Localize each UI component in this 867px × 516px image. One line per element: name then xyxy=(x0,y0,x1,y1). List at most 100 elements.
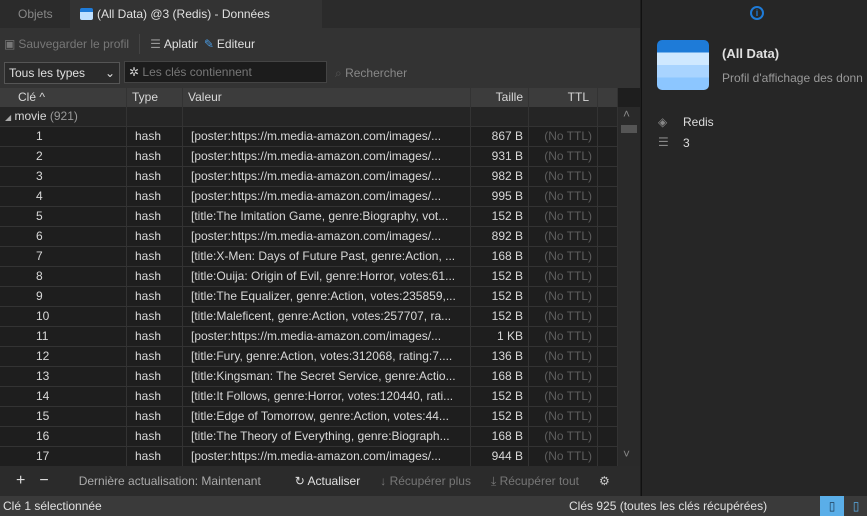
type-cell: hash xyxy=(127,447,183,466)
size-cell: 944 B xyxy=(471,447,529,466)
key-cell: 5 xyxy=(0,207,127,226)
arrow-down-icon: ↓ xyxy=(380,474,387,488)
layout-left-panel-button[interactable]: ▯ xyxy=(820,496,844,516)
info-icon[interactable]: i xyxy=(750,6,764,20)
ttl-cell: (No TTL) xyxy=(529,247,598,266)
column-value[interactable]: Valeur xyxy=(183,88,471,107)
table-row[interactable]: 5 hash [title:The Imitation Game, genre:… xyxy=(0,207,618,227)
search-input[interactable]: ✲ Les clés contiennent xyxy=(124,61,327,83)
remove-button[interactable]: − xyxy=(39,472,48,490)
value-cell: [poster:https://m.media-amazon.com/image… xyxy=(183,187,471,206)
search-icon: ⌕ xyxy=(335,66,342,80)
gear-icon: ✲ xyxy=(129,65,140,79)
info-panel: i (All Data) Profil d'affichage des donn… xyxy=(641,0,867,496)
type-select[interactable]: Tous les types ⌄ xyxy=(4,62,120,84)
chevron-down-icon: ⌄ xyxy=(104,66,115,80)
size-cell: 892 B xyxy=(471,227,529,246)
table-row[interactable]: 4 hash [poster:https://m.media-amazon.co… xyxy=(0,187,618,207)
table-row[interactable]: 6 hash [poster:https://m.media-amazon.co… xyxy=(0,227,618,247)
refresh-button[interactable]: ↻ Actualiser xyxy=(295,474,360,488)
layout-right-panel-button[interactable]: ▯ xyxy=(846,496,866,516)
ttl-cell: (No TTL) xyxy=(529,427,598,446)
ttl-cell: (No TTL) xyxy=(529,347,598,366)
table-row[interactable]: 15 hash [title:Edge of Tomorrow, genre:A… xyxy=(0,407,618,427)
fetch-all-button[interactable]: ⤓ Récupérer tout xyxy=(491,474,579,489)
table-row[interactable]: 14 hash [title:It Follows, genre:Horror,… xyxy=(0,387,618,407)
table-row[interactable]: 12 hash [title:Fury, genre:Action, votes… xyxy=(0,347,618,367)
filter-bar: Tous les types ⌄ ✲ Les clés contiennent ⌕… xyxy=(0,60,640,88)
value-cell: [poster:https://m.media-amazon.com/image… xyxy=(183,227,471,246)
size-cell: 168 B xyxy=(471,427,529,446)
key-cell: 14 xyxy=(0,387,127,406)
table-row[interactable]: 16 hash [title:The Theory of Everything,… xyxy=(0,427,618,447)
size-cell: 152 B xyxy=(471,387,529,406)
add-button[interactable]: + xyxy=(16,472,25,490)
size-cell: 168 B xyxy=(471,247,529,266)
table-row[interactable]: 7 hash [title:X-Men: Days of Future Past… xyxy=(0,247,618,267)
scroll-thumb[interactable] xyxy=(621,125,637,133)
ttl-cell: (No TTL) xyxy=(529,227,598,246)
type-cell: hash xyxy=(127,247,183,266)
value-cell: [poster:https://m.media-amazon.com/image… xyxy=(183,447,471,466)
column-key[interactable]: Clé ^ xyxy=(0,88,127,107)
list-icon: ☰ xyxy=(150,37,161,51)
key-cell: 8 xyxy=(0,267,127,286)
bottom-toolbar: + − Dernière actualisation: Maintenant ↻… xyxy=(0,466,640,496)
size-cell: 867 B xyxy=(471,127,529,146)
key-cell: 17 xyxy=(0,447,127,466)
expand-icon[interactable]: ◢ xyxy=(5,113,11,122)
column-size[interactable]: Taille xyxy=(471,88,529,107)
value-cell: [title:X-Men: Days of Future Past, genre… xyxy=(183,247,471,266)
type-cell: hash xyxy=(127,427,183,446)
ttl-cell: (No TTL) xyxy=(529,187,598,206)
fetch-more-button[interactable]: ↓ Récupérer plus xyxy=(380,474,471,488)
column-ttl[interactable]: TTL xyxy=(529,88,598,107)
ttl-cell: (No TTL) xyxy=(529,287,598,306)
spacer-cell xyxy=(598,127,618,146)
table-row[interactable]: 8 hash [title:Ouija: Origin of Evil, gen… xyxy=(0,267,618,287)
value-cell: [poster:https://m.media-amazon.com/image… xyxy=(183,127,471,146)
type-cell: hash xyxy=(127,147,183,166)
server-name: Redis xyxy=(683,115,714,129)
key-cell: 7 xyxy=(0,247,127,266)
key-cell: 3 xyxy=(0,167,127,186)
scroll-up-icon[interactable]: ˄ xyxy=(623,107,630,121)
column-spacer xyxy=(598,88,618,107)
tab-data[interactable]: (All Data) @3 (Redis) - Données xyxy=(70,0,322,28)
table-row[interactable]: 10 hash [title:Maleficent, genre:Action,… xyxy=(0,307,618,327)
value-cell: [title:Fury, genre:Action, votes:312068,… xyxy=(183,347,471,366)
tab-objects[interactable]: Objets xyxy=(8,0,63,28)
editor-button[interactable]: ✎ Editeur xyxy=(204,37,255,51)
type-cell: hash xyxy=(127,227,183,246)
group-row[interactable]: ◢ movie (921) xyxy=(0,107,618,127)
ttl-cell: (No TTL) xyxy=(529,327,598,346)
spacer-cell xyxy=(598,387,618,406)
column-type[interactable]: Type xyxy=(127,88,183,107)
ttl-cell: (No TTL) xyxy=(529,407,598,426)
type-cell: hash xyxy=(127,207,183,226)
spacer-cell xyxy=(598,267,618,286)
vertical-scrollbar[interactable]: ˄ ˅ xyxy=(618,107,640,466)
settings-icon[interactable]: ⚙ xyxy=(599,474,610,488)
table-row[interactable]: 9 hash [title:The Equalizer, genre:Actio… xyxy=(0,287,618,307)
table-row[interactable]: 13 hash [title:Kingsman: The Secret Serv… xyxy=(0,367,618,387)
table-row[interactable]: 2 hash [poster:https://m.media-amazon.co… xyxy=(0,147,618,167)
value-cell: [title:The Imitation Game, genre:Biograp… xyxy=(183,207,471,226)
table-row[interactable]: 11 hash [poster:https://m.media-amazon.c… xyxy=(0,327,618,347)
table-row[interactable]: 17 hash [poster:https://m.media-amazon.c… xyxy=(0,447,618,466)
spacer-cell xyxy=(598,187,618,206)
table-row[interactable]: 1 hash [poster:https://m.media-amazon.co… xyxy=(0,127,618,147)
size-cell: 152 B xyxy=(471,287,529,306)
flatten-button[interactable]: ☰ Aplatir xyxy=(150,37,198,51)
value-cell: [title:Edge of Tomorrow, genre:Action, v… xyxy=(183,407,471,426)
save-profile-button[interactable]: ▣ Sauvegarder le profil xyxy=(4,37,129,51)
key-cell: 4 xyxy=(0,187,127,206)
key-cell: 13 xyxy=(0,367,127,386)
spacer-cell xyxy=(598,327,618,346)
key-cell: 10 xyxy=(0,307,127,326)
table-row[interactable]: 3 hash [poster:https://m.media-amazon.co… xyxy=(0,167,618,187)
size-cell: 136 B xyxy=(471,347,529,366)
scroll-down-icon[interactable]: ˅ xyxy=(623,447,630,461)
search-button[interactable]: ⌕ Rechercher xyxy=(335,66,407,81)
spacer-cell xyxy=(598,427,618,446)
